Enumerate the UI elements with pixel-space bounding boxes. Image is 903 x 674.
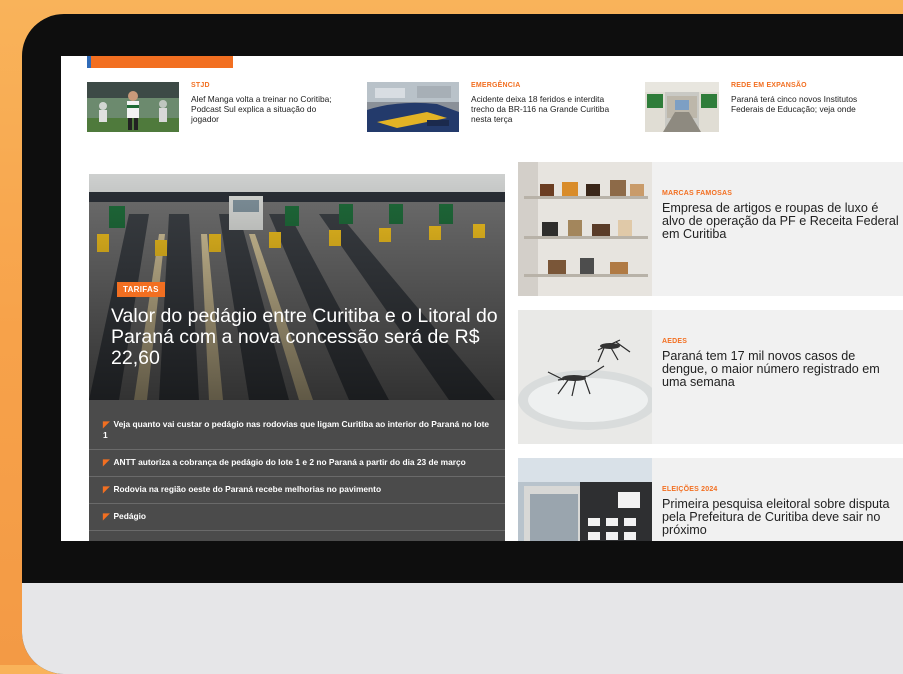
school-building-photo[interactable] <box>645 82 719 132</box>
strip-tag: EMERGÊNCIA <box>471 82 521 89</box>
card-headline[interactable]: Paraná tem 17 mil novos casos de dengue,… <box>662 350 902 389</box>
mosquito-photo[interactable] <box>518 310 652 444</box>
side-news-card[interactable]: AEDES Paraná tem 17 mil novos casos de d… <box>518 310 903 444</box>
card-tag: ELEIÇÕES 2024 <box>662 486 718 493</box>
strip-news-item[interactable]: EMERGÊNCIA Acidente deixa 18 feridos e i… <box>367 82 627 142</box>
news-page-screen: STJD Alef Manga volta a treinar no Corit… <box>61 56 903 541</box>
card-headline[interactable]: Primeira pesquisa eleitoral sobre disput… <box>662 498 902 537</box>
device-bottom-bezel <box>22 583 903 674</box>
arrow-icon: ◤ <box>103 511 110 521</box>
police-car-photo[interactable] <box>367 82 459 132</box>
related-link[interactable]: ◤ ANTT autoriza a cobrança de pedágio do … <box>89 450 505 477</box>
card-tag: AEDES <box>662 338 688 345</box>
luxury-shelves-photo[interactable] <box>518 162 652 296</box>
hero-headline[interactable]: Valor do pedágio entre Curitiba e o Lito… <box>111 306 501 369</box>
arrow-icon: ◤ <box>103 484 110 494</box>
section-tab[interactable] <box>87 56 233 68</box>
strip-headline[interactable]: Alef Manga volta a treinar no Coritiba; … <box>191 94 341 124</box>
soccer-photo[interactable] <box>87 82 179 132</box>
related-link[interactable]: ◤ Pedágio <box>89 504 505 531</box>
card-headline[interactable]: Empresa de artigos e roupas de luxo é al… <box>662 202 902 241</box>
strip-tag: REDE EM EXPANSÃO <box>731 82 807 89</box>
voting-machine-photo[interactable] <box>518 458 652 541</box>
strip-headline[interactable]: Paraná terá cinco novos Institutos Feder… <box>731 94 881 114</box>
strip-news-item[interactable]: REDE EM EXPANSÃO Paraná terá cinco novos… <box>645 82 903 142</box>
related-link[interactable]: ◤ Rodovia na região oeste do Paraná receb… <box>89 477 505 504</box>
arrow-icon: ◤ <box>103 457 110 467</box>
card-tag: MARCAS FAMOSAS <box>662 190 733 197</box>
arrow-icon: ◤ <box>103 419 110 429</box>
side-news-card[interactable]: MARCAS FAMOSAS Empresa de artigos e roup… <box>518 162 903 296</box>
strip-headline[interactable]: Acidente deixa 18 feridos e interdita tr… <box>471 94 621 124</box>
hero-story[interactable]: TARIFAS Valor do pedágio entre Curitiba … <box>89 174 505 541</box>
strip-news-item[interactable]: STJD Alef Manga volta a treinar no Corit… <box>87 82 347 142</box>
strip-tag: STJD <box>191 82 210 89</box>
device-frame: STJD Alef Manga volta a treinar no Corit… <box>22 14 903 674</box>
hero-tag: TARIFAS <box>117 282 165 297</box>
related-link[interactable]: ◤ Veja quanto vai custar o pedágio nas ro… <box>89 412 505 450</box>
side-news-card[interactable]: ELEIÇÕES 2024 Primeira pesquisa eleitora… <box>518 458 903 541</box>
related-list: ◤ Veja quanto vai custar o pedágio nas ro… <box>89 412 505 531</box>
